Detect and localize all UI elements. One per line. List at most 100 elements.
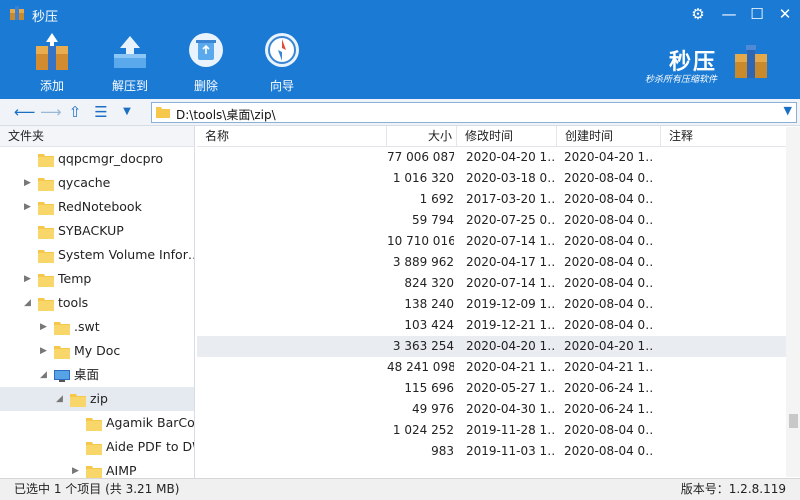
column-name[interactable]: 名称 [197, 126, 387, 147]
file-size: 48 241 098 [387, 360, 454, 374]
tree-item[interactable]: ▶ .swt [0, 315, 194, 339]
tree-item[interactable]: ▶ My Doc [0, 339, 194, 363]
tree-item-label: Aide PDF to DW… [106, 439, 194, 454]
file-row[interactable]: YnResPro.dll10 710 0162020-07-14 1…2020-… [197, 231, 800, 252]
file-size: 1 024 252 [392, 423, 454, 437]
tree-item[interactable]: Agamik BarCoder [0, 411, 194, 435]
minimize-button[interactable]: — [718, 4, 740, 24]
up-arrow-icon[interactable]: ⇧ [66, 103, 84, 121]
column-comment[interactable]: 注释 [661, 126, 786, 147]
file-modified: 2020-04-30 1… [466, 402, 556, 416]
file-row[interactable]: e二维码图片识别插件的…1 024 2522019-11-28 1…2020-0… [197, 420, 800, 441]
tree-item[interactable]: ◢ 桌面 [0, 363, 194, 387]
tree-item[interactable]: ◢ tools [0, 291, 194, 315]
file-created: 2020-08-04 0… [564, 444, 654, 458]
add-button[interactable]: 添加 [22, 30, 82, 96]
file-size: 3 889 962 [392, 255, 454, 269]
tree-item[interactable]: ▶ Temp [0, 267, 194, 291]
extract-to-button[interactable]: 解压到 [100, 30, 160, 96]
brand-box-icon [735, 45, 767, 78]
file-row[interactable]: zzsdzfpydq.zip48 241 0982020-04-21 1…202… [197, 357, 800, 378]
vertical-scrollbar[interactable] [786, 127, 800, 477]
file-size: 1 692 [419, 192, 454, 206]
file-modified: 2019-12-21 1… [466, 318, 556, 332]
maximize-button[interactable]: ☐ [746, 4, 768, 24]
file-modified: 2020-07-14 1… [466, 276, 556, 290]
file-row[interactable]: YNoteydybjxz.zip77 006 0872020-04-20 1…2… [197, 147, 800, 168]
app-logo-icon [10, 6, 24, 20]
expand-toggle-icon[interactable]: ▶ [24, 195, 31, 219]
file-created: 2020-04-20 1… [564, 339, 654, 353]
expand-toggle-icon[interactable]: ▶ [24, 267, 31, 291]
column-modified[interactable]: 修改时间 [457, 126, 557, 147]
file-row[interactable]: ~$123.pdf115 6962020-05-27 1…2020-06-24 … [197, 378, 800, 399]
file-row[interactable]: YnWinformUi.dll138 2402019-12-09 1…2020-… [197, 294, 800, 315]
file-created: 2020-08-04 0… [564, 171, 654, 185]
file-row[interactable]: PYNPPTController.exe1 016 3202020-03-18 … [197, 168, 800, 189]
recycle-bin-icon [189, 33, 223, 67]
view-dropdown-icon[interactable]: ▼ [118, 103, 136, 121]
file-modified: 2019-11-28 1… [466, 423, 556, 437]
tree-item[interactable]: SYBACKUP [0, 219, 194, 243]
tree-item-label: Agamik BarCoder [106, 415, 195, 430]
folder-icon [156, 107, 170, 118]
expand-toggle-icon[interactable]: ▶ [72, 459, 79, 478]
delete-label: 删除 [193, 79, 218, 93]
tree-item[interactable]: Aide PDF to DW… [0, 435, 194, 459]
file-modified: 2017-03-20 1… [466, 192, 556, 206]
back-arrow-icon[interactable]: ⟵ [14, 103, 36, 121]
tree-item-label: RedNotebook [58, 199, 142, 214]
file-row[interactable]: YNPPTController.zip59 7942020-07-25 0…20… [197, 210, 800, 231]
file-modified: 2020-04-20 1… [466, 150, 556, 164]
file-row[interactable]: YNPPTController.exe....1 6922017-03-20 1… [197, 189, 800, 210]
forward-arrow-icon[interactable]: ⟶ [40, 103, 62, 121]
column-created[interactable]: 创建时间 [557, 126, 661, 147]
address-bar[interactable]: D:\tools\桌面\zip\ ▼ [151, 102, 797, 123]
address-path: D:\tools\桌面\zip\ [176, 108, 276, 122]
expand-toggle-icon[interactable]: ◢ [40, 363, 47, 387]
file-modified: 2020-07-25 0… [466, 213, 556, 227]
file-size: 138 240 [404, 297, 454, 311]
file-row[interactable]: YnSkin.dll824 3202020-07-14 1…2020-08-04… [197, 273, 800, 294]
tree-item[interactable]: System Volume Infor… [0, 243, 194, 267]
tree-item[interactable]: qqpcmgr_docpro [0, 147, 194, 171]
close-button[interactable]: ✕ [774, 4, 796, 24]
tree-item[interactable]: ▶ qycache [0, 171, 194, 195]
tree-item[interactable]: ▶ AIMP [0, 459, 194, 478]
expand-toggle-icon[interactable]: ◢ [56, 387, 63, 411]
view-list-icon[interactable]: ☰ [92, 103, 110, 121]
file-row[interactable]: 使用说明.txt9832019-11-03 1…2020-08-04 0… [197, 441, 800, 462]
file-row[interactable]: ~$新建 DOC 文档.pdf49 9762020-04-30 1…2020-0… [197, 399, 800, 420]
brand-logo: 秒压 秒杀所有压缩软件 [645, 44, 775, 89]
file-size: 1 016 320 [392, 171, 454, 185]
navigation-bar: ⟵ ⟶ ⇧ ☰ ▼ D:\tools\桌面\zip\ ▼ [0, 99, 800, 126]
file-list-header: 名称 大小 修改时间 创建时间 注释 [197, 126, 800, 147]
file-size: 3 363 254 [392, 339, 454, 353]
expand-toggle-icon[interactable]: ▶ [40, 315, 47, 339]
add-archive-icon [36, 33, 68, 70]
tree-item[interactable]: ▶ RedNotebook [0, 195, 194, 219]
column-size[interactable]: 大小 [387, 126, 457, 147]
file-modified: 2019-12-09 1… [466, 297, 556, 311]
file-created: 2020-08-04 0… [564, 234, 654, 248]
file-row[interactable]: YnResPro.zip3 889 9622020-04-17 1…2020-0… [197, 252, 800, 273]
folder-icon [86, 463, 102, 478]
top-toolbar: 秒压 ⚙ — ☐ ✕ 添加 解压到 删除 向导 秒压 秒杀所有压缩软件 [0, 0, 800, 99]
expand-toggle-icon[interactable]: ▶ [40, 339, 47, 363]
wizard-button[interactable]: 向导 [252, 30, 312, 96]
tree-item[interactable]: ◢ zip [0, 387, 194, 411]
file-list-body: YNoteydybjxz.zip77 006 0872020-04-20 1…2… [197, 147, 800, 462]
extract-to-label: 解压到 [111, 79, 148, 93]
file-row[interactable]: zyppsbqmrjxz.zip3 363 2542020-04-20 1…20… [197, 336, 800, 357]
settings-icon[interactable]: ⚙ [687, 4, 709, 24]
expand-toggle-icon[interactable]: ▶ [24, 171, 31, 195]
file-size: 115 696 [404, 381, 454, 395]
scrollbar-thumb[interactable] [789, 414, 798, 428]
file-size: 103 424 [404, 318, 454, 332]
file-modified: 2020-04-21 1… [466, 360, 556, 374]
file-modified: 2020-07-14 1… [466, 234, 556, 248]
expand-toggle-icon[interactable]: ◢ [24, 291, 31, 315]
address-dropdown-icon[interactable]: ▼ [784, 104, 792, 117]
delete-button[interactable]: 删除 [176, 30, 236, 96]
file-row[interactable]: zlib1.dll103 4242019-12-21 1…2020-08-04 … [197, 315, 800, 336]
